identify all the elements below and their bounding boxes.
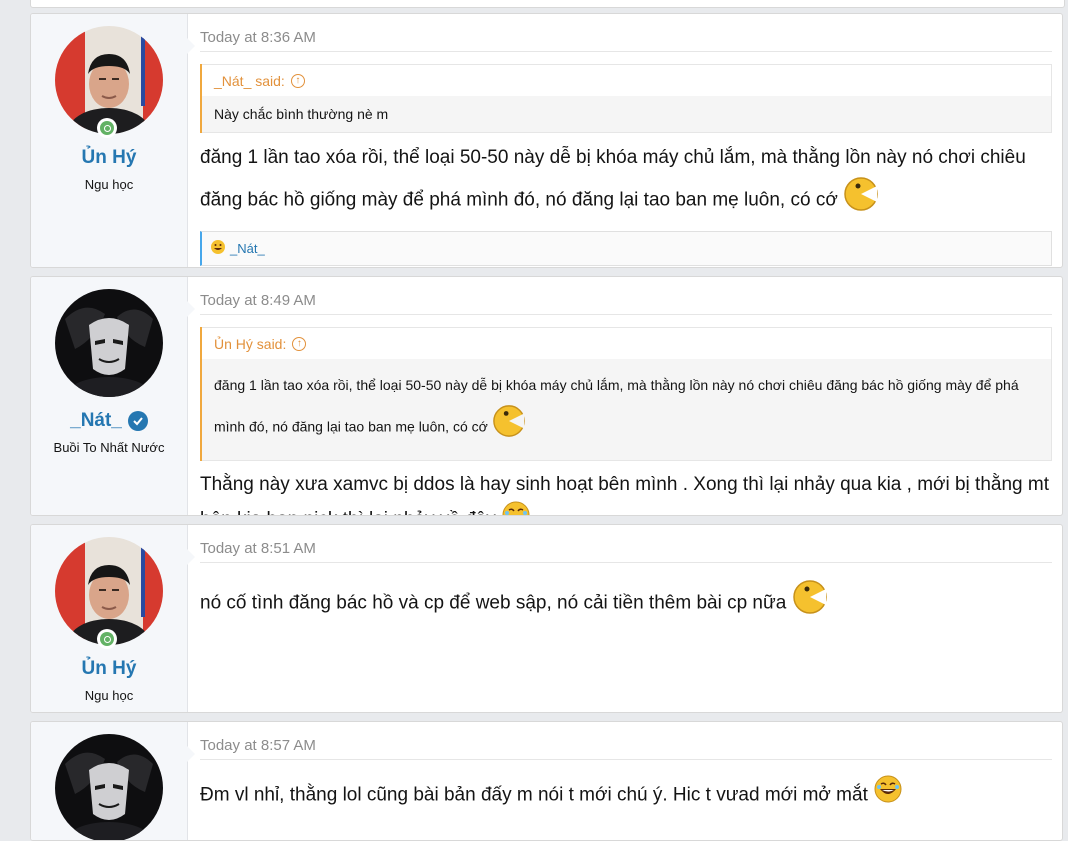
username[interactable]: Ủn Hý (31, 147, 187, 169)
verified-badge-icon (127, 411, 148, 431)
post-message: nó cố tình đăng bác hồ và cp để web sập,… (200, 579, 1052, 628)
post-main: Today at 8:49 AM Ủn Hý said: ↑ đăng 1 lầ… (200, 277, 1052, 515)
quote-block: _Nát_ said: ↑ Này chắc bình thường nè m (200, 64, 1052, 133)
message-text: Đm vl nhỉ, thằng lol cũng bài bản đấy m … (200, 784, 868, 806)
go-to-quote-icon[interactable]: ↑ (292, 337, 307, 351)
laughing-reaction-icon (210, 239, 226, 258)
online-status-icon (97, 118, 117, 138)
post: _Nát_ Buồi To Nhất Nước Today at 8:49 AM… (30, 276, 1063, 516)
post: Ủn Hý Ngu học Today at 8:36 AM _Nát_ sai… (30, 13, 1063, 268)
laughing-smilie-icon (873, 774, 903, 817)
online-status-icon (97, 629, 117, 649)
post-user-panel (31, 722, 195, 840)
post-user-panel: Ủn Hý Ngu học (31, 525, 195, 712)
post-user-panel: _Nát_ Buồi To Nhất Nước (31, 277, 195, 515)
laughing-smilie-icon (501, 500, 531, 515)
avatar[interactable] (55, 734, 163, 840)
user-title: Ngu học (84, 177, 134, 192)
pacman-smilie-icon (492, 404, 526, 452)
username[interactable]: Ủn Hý (31, 658, 187, 680)
previous-post-fragment (30, 0, 1065, 8)
username[interactable]: _Nát_ (31, 410, 187, 432)
reactions-bar[interactable]: _Nát_ (200, 231, 1052, 266)
user-title: Buồi To Nhất Nước (53, 440, 165, 455)
message-text: Thằng này xưa xamvc bị ddos là hay sinh … (200, 474, 1049, 515)
quote-text: Này chắc bình thường nè m (202, 96, 1052, 133)
quote-header[interactable]: _Nát_ said: ↑ (202, 64, 1052, 96)
post-message: Thằng này xưa xamvc bị ddos là hay sinh … (200, 469, 1052, 515)
post-message: đăng 1 lần tao xóa rồi, thể loại 50-50 n… (200, 139, 1052, 225)
go-to-quote-icon[interactable]: ↑ (290, 74, 305, 88)
message-text: nó cố tình đăng bác hồ và cp để web sập,… (200, 592, 787, 614)
post: Ủn Hý Ngu học Today at 8:51 AM nó cố tìn… (30, 524, 1063, 713)
reaction-user[interactable]: _Nát_ (230, 241, 265, 256)
pacman-smilie-icon (792, 579, 828, 628)
post-main: Today at 8:51 AM nó cố tình đăng bác hồ … (200, 525, 1052, 628)
post-date[interactable]: Today at 8:49 AM (200, 292, 1052, 315)
post-user-panel: Ủn Hý Ngu học (31, 14, 195, 267)
post-date[interactable]: Today at 8:36 AM (200, 29, 1052, 52)
quote-text: đăng 1 lần tao xóa rồi, thể loại 50-50 n… (202, 359, 1052, 461)
quote-header[interactable]: Ủn Hý said: ↑ (202, 327, 1052, 359)
quote-author: _Nát_ said: (214, 73, 285, 89)
post-date[interactable]: Today at 8:51 AM (200, 540, 1052, 563)
post-date[interactable]: Today at 8:57 AM (200, 737, 1052, 760)
message-text: đăng 1 lần tao xóa rồi, thể loại 50-50 n… (200, 147, 1026, 211)
quote-author: Ủn Hý said: (214, 336, 287, 352)
post-message: Đm vl nhỉ, thằng lol cũng bài bản đấy m … (200, 774, 1052, 817)
avatar[interactable] (55, 289, 163, 397)
post-main: Today at 8:57 AM Đm vl nhỉ, thằng lol cũ… (200, 722, 1052, 817)
post-main: Today at 8:36 AM _Nát_ said: ↑ Này chắc … (200, 14, 1052, 266)
quote-block: Ủn Hý said: ↑ đăng 1 lần tao xóa rồi, th… (200, 327, 1052, 461)
pacman-smilie-icon (843, 176, 879, 225)
user-title: Ngu học (84, 688, 134, 703)
post: Today at 8:57 AM Đm vl nhỉ, thằng lol cũ… (30, 721, 1063, 841)
